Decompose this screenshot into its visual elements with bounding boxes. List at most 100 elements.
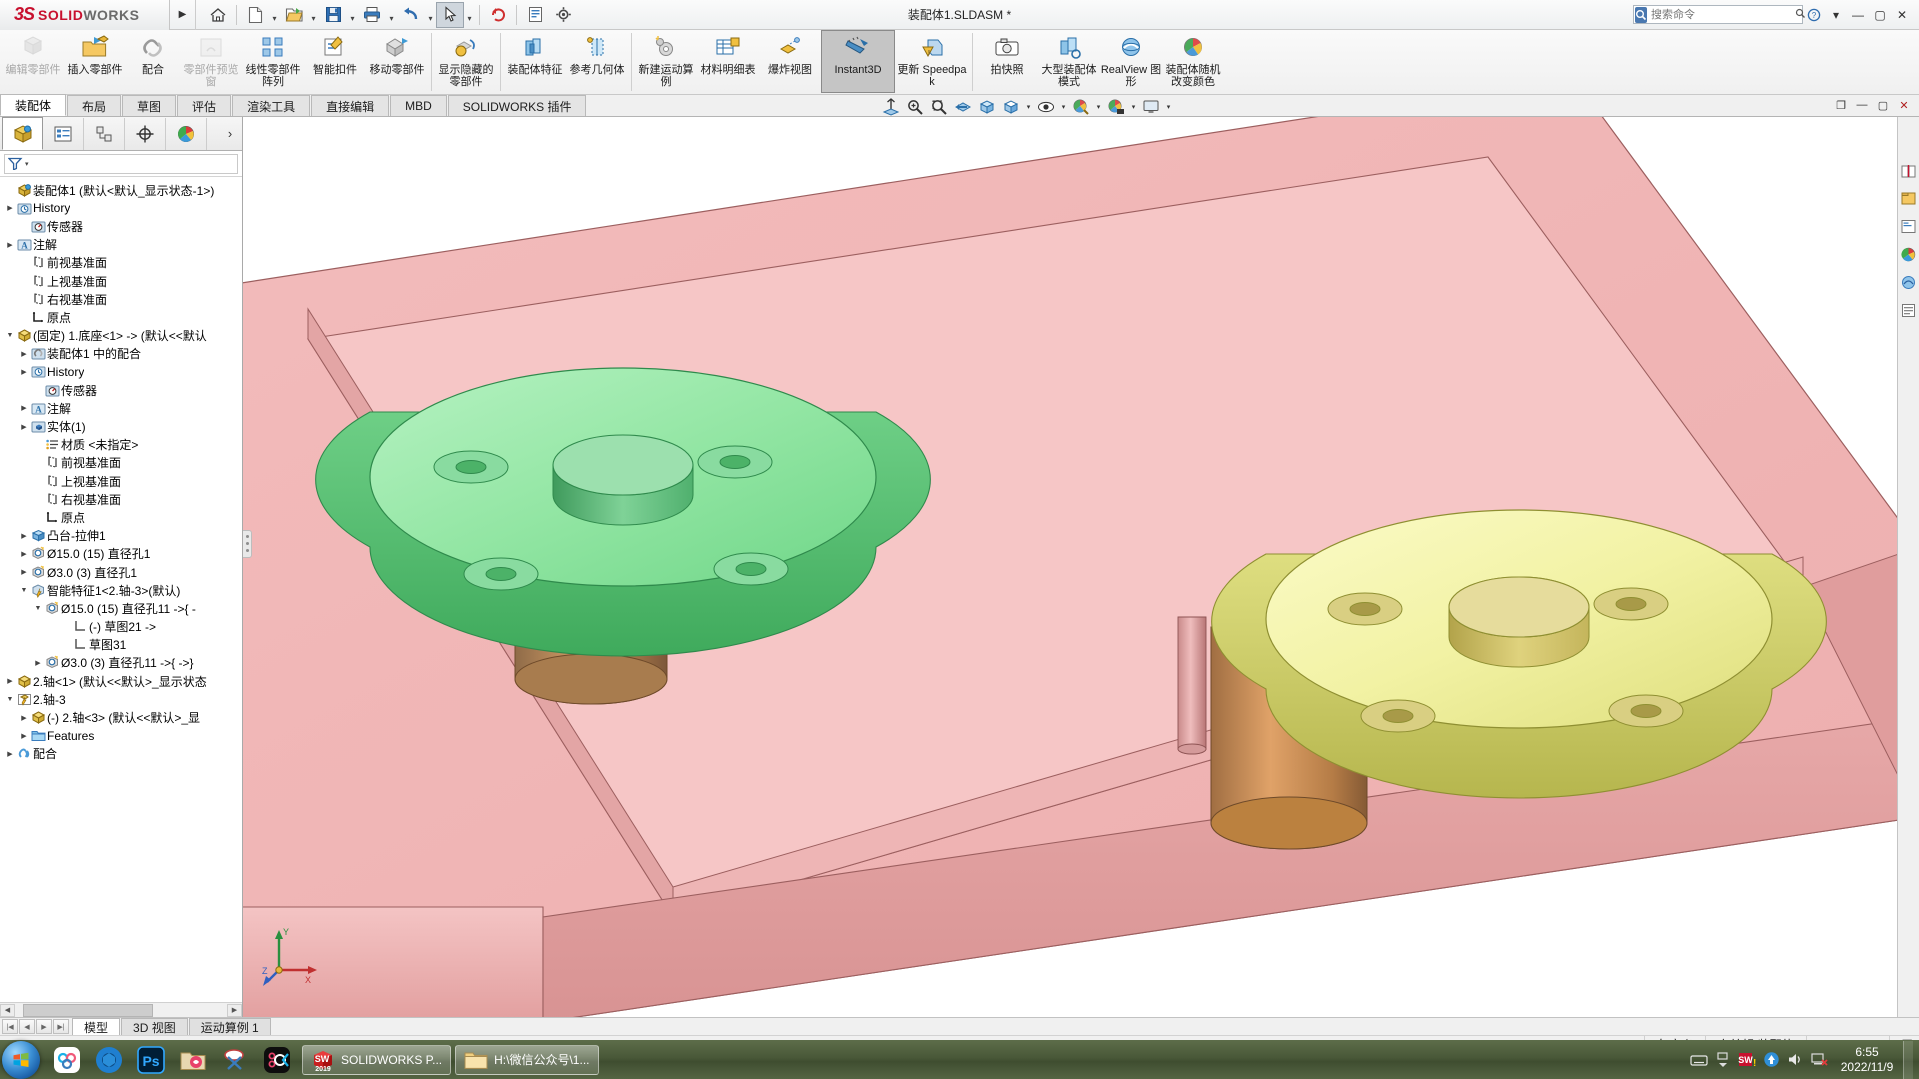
scroll-right-arrow-icon[interactable]: ▶ — [227, 1003, 242, 1017]
ribbon-button-insert-component[interactable]: 插入零部件 — [64, 30, 126, 93]
document-tab-0[interactable]: 模型 — [72, 1018, 121, 1035]
tree-expand-arrow-icon[interactable]: ▶ — [32, 659, 44, 667]
command-tab-2[interactable]: 草图 — [122, 95, 177, 116]
tree-expand-arrow-icon[interactable]: ▶ — [18, 532, 30, 540]
home-icon[interactable] — [204, 2, 232, 28]
configuration-manager-tab[interactable] — [84, 117, 125, 150]
taskbar-clock[interactable]: 6:55 2022/11/9 — [1831, 1045, 1903, 1075]
tree-expand-arrow-icon[interactable]: ▶ — [4, 750, 16, 758]
file-explorer-icon[interactable] — [1898, 213, 1918, 239]
document-tab-2[interactable]: 运动算例 1 — [188, 1018, 271, 1035]
tree-expand-arrow-icon[interactable]: ▶ — [18, 714, 30, 722]
section-view-icon[interactable] — [952, 97, 974, 117]
command-tab-5[interactable]: 直接编辑 — [311, 95, 390, 116]
feature-manager-tab[interactable] — [2, 117, 43, 150]
hscroll-thumb[interactable] — [23, 1003, 153, 1017]
view-orientation-icon[interactable] — [976, 97, 998, 117]
open-document-caret-icon[interactable]: ▾ — [308, 2, 319, 28]
sync-app-icon[interactable] — [46, 1042, 88, 1078]
tree-item[interactable]: ▼ 智能特征1<2.轴-3>(默认) — [0, 581, 242, 599]
ribbon-button-assembly-features[interactable]: 装配体特征 — [504, 30, 566, 93]
new-document-icon[interactable] — [241, 2, 269, 28]
tab-next-icon[interactable]: ▶ — [36, 1019, 52, 1034]
property-manager-tab[interactable] — [43, 117, 84, 150]
feature-tree-hscrollbar[interactable]: ◀ ▶ — [0, 1002, 242, 1017]
help-caret-icon[interactable]: ▾ — [1825, 4, 1847, 26]
document-tab-1[interactable]: 3D 视图 — [121, 1018, 188, 1035]
hide-show-items-icon[interactable] — [1035, 97, 1057, 117]
ribbon-button-instant3d[interactable]: Instant3D — [821, 30, 895, 93]
command-tab-7[interactable]: SOLIDWORKS 插件 — [447, 95, 587, 116]
tree-expand-arrow-icon[interactable]: ▶ — [4, 241, 16, 249]
tree-item[interactable]: ▼ (固定) 1.底座<1> -> (默认<<默认 — [0, 327, 242, 345]
design-library-icon[interactable] — [1898, 185, 1918, 211]
tree-item[interactable]: ▶ A 注解 — [0, 399, 242, 417]
tree-expand-arrow-icon[interactable]: ▶ — [4, 204, 16, 212]
volume-tray-icon[interactable] — [1783, 1043, 1807, 1077]
ribbon-button-random-colors[interactable]: 装配体随机改变颜色 — [1162, 30, 1224, 93]
help-icon[interactable]: ? — [1803, 4, 1825, 26]
zoom-to-area-icon[interactable] — [904, 97, 926, 117]
panel-splitter-handle[interactable] — [243, 530, 252, 558]
tree-item[interactable]: 传感器 — [0, 381, 242, 399]
dimxpert-manager-tab[interactable] — [125, 117, 166, 150]
display-style-icon[interactable] — [1000, 97, 1022, 117]
tree-item[interactable]: 右视基准面 — [0, 490, 242, 508]
view-settings-icon[interactable] — [1140, 97, 1162, 117]
filter-input[interactable]: ▾ — [4, 153, 238, 174]
tab-last-icon[interactable]: ▶| — [53, 1019, 69, 1034]
show-hidden-tray-icon[interactable] — [1711, 1043, 1735, 1077]
command-tab-3[interactable]: 评估 — [177, 95, 232, 116]
taskbar-explorer[interactable]: H:\微信公众号\1... — [455, 1044, 599, 1075]
ribbon-button-mate[interactable]: 配合 — [126, 30, 180, 93]
tree-item[interactable]: ▶ (-) 2.轴<3> (默认<<默认>_显 — [0, 708, 242, 726]
ribbon-button-snapshot[interactable]: 拍快照 — [976, 30, 1038, 93]
display-style-caret-icon[interactable]: ▾ — [1024, 103, 1033, 111]
edit-appearance-icon[interactable] — [1070, 97, 1092, 117]
start-button[interactable] — [2, 1040, 40, 1079]
ribbon-button-move-component[interactable]: 移动零部件 — [366, 30, 428, 93]
minimize-button[interactable]: — — [1847, 4, 1869, 26]
filter-caret-icon[interactable]: ▾ — [25, 160, 29, 168]
tree-expand-arrow-icon[interactable]: ▶ — [18, 732, 30, 740]
photoshop-icon[interactable]: Ps — [130, 1042, 172, 1078]
ribbon-button-realview-graphics[interactable]: RealView 图形 — [1100, 30, 1162, 93]
new-document-caret-icon[interactable]: ▾ — [269, 2, 280, 28]
tab-first-icon[interactable]: |◀ — [2, 1019, 18, 1034]
tree-item[interactable]: ▶ A 注解 — [0, 236, 242, 254]
tree-item[interactable]: ▶ Features — [0, 727, 242, 745]
tree-item[interactable]: ▶ Ø15.0 (15) 直径孔1 — [0, 545, 242, 563]
apply-scene-icon[interactable] — [1105, 97, 1127, 117]
ribbon-button-large-assembly-mode[interactable]: 大型装配体模式 — [1038, 30, 1100, 93]
ribbon-button-linear-component-pattern[interactable]: 线性零部件阵列 — [242, 30, 304, 93]
tree-expand-arrow-icon[interactable]: ▶ — [18, 350, 30, 358]
updater-tray-icon[interactable] — [1759, 1043, 1783, 1077]
ok-app-icon[interactable] — [256, 1042, 298, 1078]
ribbon-button-smart-fasteners[interactable]: 智能扣件 — [304, 30, 366, 93]
hide-show-items-caret-icon[interactable]: ▾ — [1059, 103, 1068, 111]
appearances-scenes-icon[interactable] — [1898, 269, 1918, 295]
tree-item[interactable]: 草图31 — [0, 636, 242, 654]
ribbon-button-new-motion-study[interactable]: 新建运动算例 — [635, 30, 697, 93]
tree-collapse-arrow-icon[interactable]: ▼ — [18, 587, 30, 594]
doc-restore-button[interactable]: ▢ — [1874, 96, 1892, 114]
file-properties-icon[interactable] — [521, 2, 549, 28]
solidworks-logo[interactable]: 3S SOLID WORKS — [0, 0, 170, 30]
save-caret-icon[interactable]: ▾ — [347, 2, 358, 28]
solidworks-resources-icon[interactable] — [1898, 157, 1918, 183]
options-gear-icon[interactable] — [549, 2, 577, 28]
save-icon[interactable] — [319, 2, 347, 28]
doc-minimize-button[interactable]: — — [1853, 96, 1871, 114]
tree-item[interactable]: 传感器 — [0, 217, 242, 235]
tree-item[interactable]: ▶ Ø3.0 (3) 直径孔11 ->{ ->} — [0, 654, 242, 672]
tree-expand-arrow-icon[interactable]: ▶ — [18, 568, 30, 576]
tree-item[interactable]: ▶ 2.轴<1> (默认<<默认>_显示状态 — [0, 672, 242, 690]
command-tab-4[interactable]: 渲染工具 — [232, 95, 311, 116]
tree-item[interactable]: ▶ Ø3.0 (3) 直径孔1 — [0, 563, 242, 581]
keyshot-icon[interactable] — [88, 1042, 130, 1078]
print-icon[interactable] — [358, 2, 386, 28]
zoom-to-fit-icon[interactable] — [880, 97, 902, 117]
tree-item[interactable]: ▶ 凸台-拉伸1 — [0, 527, 242, 545]
custom-properties-icon[interactable] — [1898, 297, 1918, 323]
command-tab-0[interactable]: 装配体 — [0, 94, 67, 116]
